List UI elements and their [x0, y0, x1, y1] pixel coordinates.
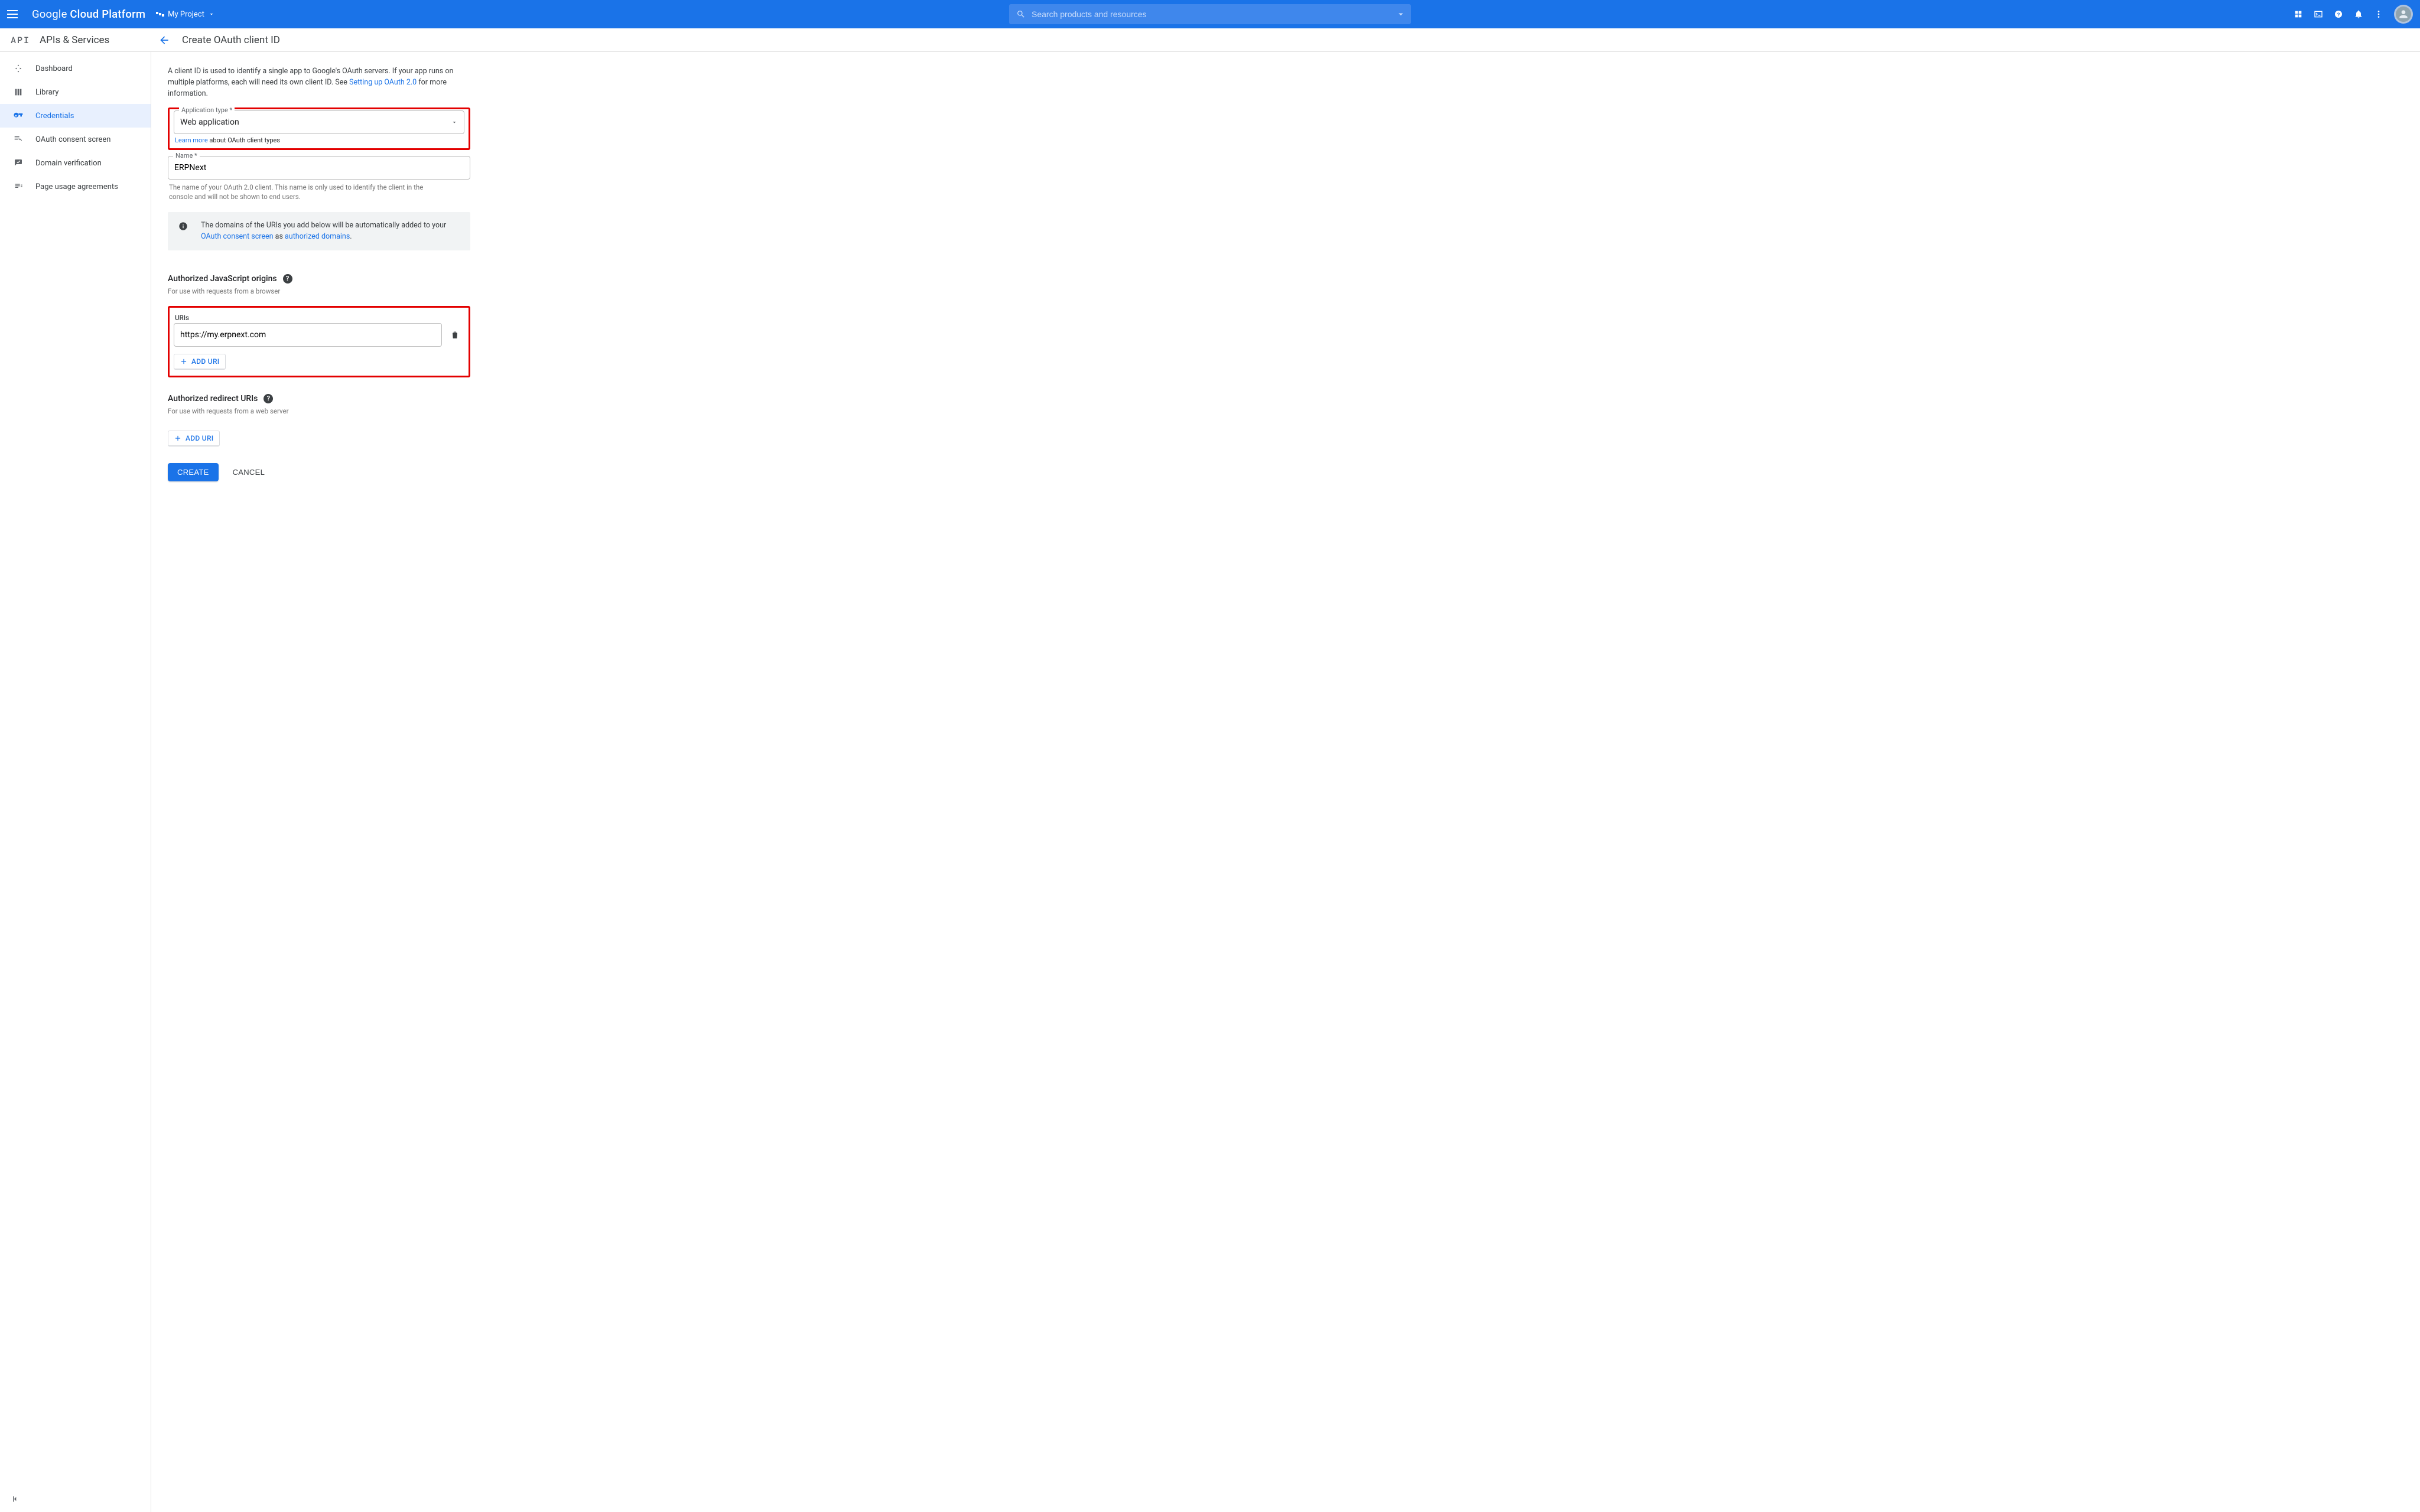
dropdown-icon	[451, 119, 458, 126]
search-bar[interactable]	[1009, 4, 1411, 24]
app-type-label: Application type *	[179, 106, 235, 114]
create-button[interactable]: CREATE	[168, 463, 219, 481]
consent-icon	[13, 135, 24, 144]
menu-icon[interactable]	[7, 8, 21, 21]
topbar-actions: ?	[2294, 5, 2415, 24]
redirect-desc: For use with requests from a web server	[168, 407, 470, 415]
chevron-down-icon[interactable]	[1396, 9, 1406, 19]
sidebar-item-label: Page usage agreements	[35, 183, 118, 191]
sidebar-item-domain[interactable]: Domain verification	[0, 151, 151, 175]
name-label: Name *	[173, 152, 200, 159]
library-icon	[13, 87, 24, 97]
top-app-bar: Google Cloud Platform My Project ?	[0, 0, 2420, 28]
sidebar-item-label: Domain verification	[35, 159, 102, 168]
page-title: Create OAuth client ID	[182, 34, 280, 46]
intro-text: A client ID is used to identify a single…	[168, 66, 470, 99]
learn-more-line: Learn more about OAuth client types	[174, 134, 464, 144]
form-actions: CREATE CANCEL	[168, 463, 470, 481]
uri-row	[174, 323, 464, 347]
info-icon	[178, 221, 188, 231]
js-origins-desc: For use with requests from a browser	[168, 287, 470, 295]
sidebar-item-label: OAuth consent screen	[35, 135, 110, 144]
learn-more-link[interactable]: Learn more	[175, 136, 208, 144]
view-bar: API APIs & Services Create OAuth client …	[0, 28, 2420, 52]
collapse-sidebar-icon[interactable]	[11, 1494, 20, 1506]
setup-oauth-link[interactable]: Setting up OAuth 2.0	[349, 78, 417, 87]
add-uri-button[interactable]: ADD URI	[174, 354, 226, 370]
plus-icon	[180, 357, 188, 366]
uri-input-wrap	[174, 323, 442, 347]
name-input-wrap: Name *	[168, 156, 470, 180]
authorized-domains-link[interactable]: authorized domains	[285, 232, 350, 241]
project-picker[interactable]: My Project	[156, 10, 215, 19]
gift-icon[interactable]	[2294, 9, 2303, 19]
uris-label: URIs	[175, 314, 464, 322]
back-arrow-icon[interactable]	[158, 34, 170, 46]
help-icon[interactable]: ?	[264, 394, 273, 403]
api-badge: API	[11, 34, 30, 46]
brand-title: Google Cloud Platform	[32, 8, 145, 21]
add-redirect-uri-button[interactable]: ADD URI	[168, 431, 220, 447]
sidebar-item-credentials[interactable]: Credentials	[0, 104, 151, 128]
redirect-heading: Authorized redirect URIs ?	[168, 394, 470, 403]
sidebar: Dashboard Library Credentials OAuth cons…	[0, 52, 151, 1512]
domains-info-box: The domains of the URIs you add below wi…	[168, 212, 470, 250]
app-type-select[interactable]: Application type * Web application	[174, 110, 464, 134]
notifications-icon[interactable]	[2354, 9, 2363, 19]
sidebar-item-dashboard[interactable]: Dashboard	[0, 57, 151, 80]
js-origins-heading: Authorized JavaScript origins ?	[168, 274, 470, 284]
search-icon	[1016, 9, 1026, 19]
sidebar-item-consent[interactable]: OAuth consent screen	[0, 128, 151, 151]
view-bar-right: Create OAuth client ID	[151, 28, 2420, 51]
dashboard-icon	[13, 64, 24, 73]
sidebar-item-label: Dashboard	[35, 64, 73, 73]
account-avatar[interactable]	[2394, 5, 2413, 24]
sidebar-item-label: Credentials	[35, 112, 74, 120]
verified-icon	[13, 158, 24, 168]
main-content: A client ID is used to identify a single…	[151, 52, 2420, 1512]
project-name: My Project	[168, 10, 204, 19]
sidebar-item-agreements[interactable]: Page usage agreements	[0, 175, 151, 198]
app-type-highlight: Application type * Web application Learn…	[168, 107, 470, 150]
project-icon	[156, 13, 164, 15]
section-title: APIs & Services	[40, 34, 109, 46]
app-type-value: Web application	[180, 118, 239, 127]
sidebar-item-library[interactable]: Library	[0, 80, 151, 104]
uri-input[interactable]	[180, 330, 435, 340]
cloud-shell-icon[interactable]	[2314, 9, 2323, 19]
agreements-icon	[13, 182, 24, 191]
name-helper: The name of your OAuth 2.0 client. This …	[168, 180, 440, 201]
consent-screen-link[interactable]: OAuth consent screen	[201, 232, 274, 241]
cancel-button[interactable]: CANCEL	[227, 463, 271, 481]
more-icon[interactable]	[2374, 9, 2383, 19]
name-input[interactable]	[174, 163, 464, 172]
help-icon[interactable]: ?	[283, 274, 292, 284]
key-icon	[13, 111, 24, 120]
dropdown-icon	[208, 11, 215, 18]
view-bar-left: API APIs & Services	[0, 28, 151, 51]
search-input[interactable]	[1032, 9, 1396, 19]
svg-text:?: ?	[2337, 11, 2340, 17]
help-icon[interactable]: ?	[2334, 9, 2343, 19]
delete-icon[interactable]	[450, 330, 460, 340]
js-origins-highlight: URIs ADD URI	[168, 306, 470, 377]
plus-icon	[174, 434, 182, 442]
sidebar-item-label: Library	[35, 88, 58, 97]
